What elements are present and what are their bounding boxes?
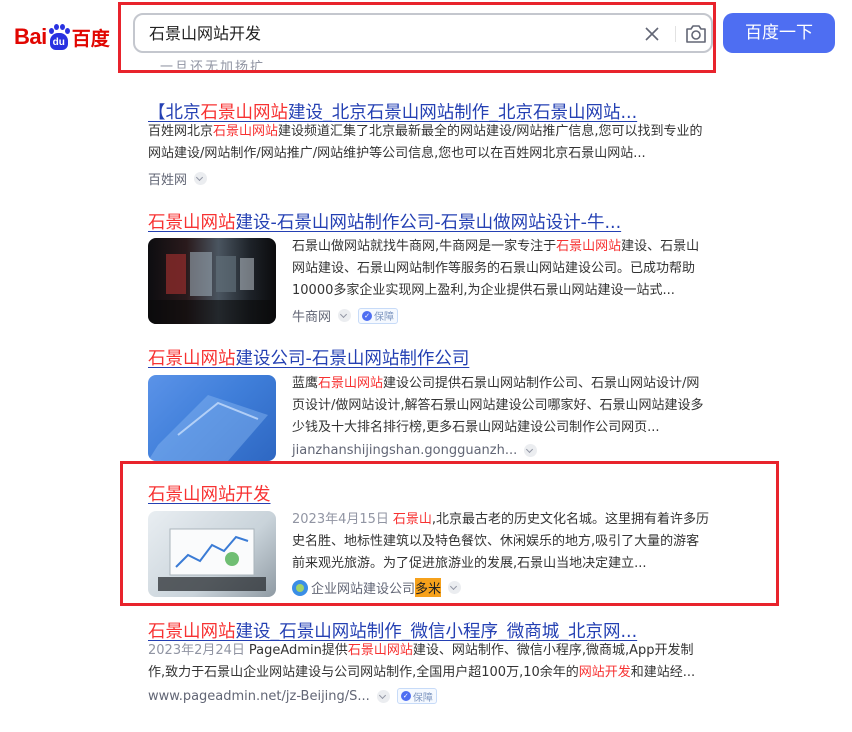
- check-icon: ✓: [362, 310, 373, 321]
- title-text[interactable]: 【北京: [148, 103, 201, 123]
- baidu-logo[interactable]: Bai du 百度: [14, 22, 110, 52]
- desc-keyword: 网站开发: [578, 665, 631, 680]
- search-button[interactable]: 百度一下: [723, 13, 835, 53]
- guarantee-badge[interactable]: ✓ 保障: [396, 688, 437, 704]
- desc-text: 石景山做网站就找牛商网,牛商网是一家专注于: [292, 239, 557, 254]
- result-title[interactable]: 石景山网站建设公司-石景山网站制作公司: [148, 345, 469, 370]
- desc-text: PageAdmin提供: [248, 643, 348, 658]
- result-source[interactable]: 百姓网: [148, 169, 208, 188]
- logo-paw-text: du: [49, 33, 68, 50]
- result-description: 石景山做网站就找牛商网,牛商网是一家专注于石景山网站建设、石景山网站建设、石景山…: [292, 236, 704, 302]
- title-text[interactable]: 建设_北京石景山网站制作_北京石景山网站...: [288, 103, 637, 123]
- result-description: 百姓网北京石景山网站建设频道汇集了北京最新最全的网站建设/网站推广信息,您可以找…: [148, 121, 708, 165]
- chevron-down-icon[interactable]: [524, 444, 538, 457]
- badge-label: 保障: [412, 692, 433, 704]
- title-text[interactable]: 建设-石景山网站制作公司-石景山做网站设计-牛...: [236, 213, 622, 233]
- source-name[interactable]: jianzhanshijingshan.gongguanzh...: [292, 443, 517, 458]
- badge-label: 保障: [374, 312, 395, 323]
- logo-text-right: 百度: [71, 28, 110, 50]
- title-text[interactable]: 建设公司-石景山网站制作公司: [236, 349, 470, 369]
- check-icon: ✓: [400, 691, 411, 701]
- result-thumbnail[interactable]: [148, 375, 276, 461]
- desc-keyword: 石景山网站: [213, 124, 279, 139]
- thumbnail-image: [148, 252, 276, 324]
- result-description: 蓝鹰石景山网站建设公司提供石景山网站制作公司、石景山网站设计/网页设计/做网站设…: [292, 373, 704, 439]
- annotation-box-result: [120, 461, 779, 606]
- title-text[interactable]: 建设_石景山网站制作_微信小程序_微商城_北京网...: [236, 622, 638, 642]
- title-keyword[interactable]: 石景山网站: [148, 213, 236, 233]
- chevron-down-icon[interactable]: [338, 309, 352, 322]
- desc-text: 百姓网北京: [148, 124, 214, 139]
- result-thumbnail[interactable]: [148, 238, 276, 324]
- logo-text-left: Bai: [14, 24, 47, 49]
- result-source[interactable]: jianzhanshijingshan.gongguanzh...: [292, 443, 538, 458]
- title-keyword[interactable]: 石景山网站: [148, 349, 236, 369]
- chevron-down-icon[interactable]: [194, 172, 208, 185]
- desc-text: 蓝鹰: [292, 376, 319, 391]
- title-keyword[interactable]: 石景山网站: [201, 103, 289, 123]
- result-description: 2023年2月24日 PageAdmin提供石景山网站建设、网站制作、微信小程序,…: [148, 640, 710, 684]
- desc-keyword: 石景山网站: [318, 376, 384, 391]
- source-name[interactable]: www.pageadmin.net/jz-Beijing/S...: [148, 689, 370, 704]
- source-name[interactable]: 牛商网: [292, 306, 331, 325]
- desc-keyword: 石景山网站: [556, 239, 622, 254]
- annotation-box-search: [118, 2, 716, 73]
- desc-text: 和建站经...: [630, 665, 696, 680]
- paw-icon: du: [48, 24, 70, 50]
- chevron-down-icon[interactable]: [376, 689, 390, 703]
- source-name[interactable]: 百姓网: [148, 169, 187, 188]
- desc-keyword: 石景山网站: [347, 643, 413, 658]
- result-source[interactable]: www.pageadmin.net/jz-Beijing/S... ✓ 保障: [148, 688, 437, 704]
- thumbnail-image: [148, 395, 268, 461]
- result-title[interactable]: 石景山网站建设-石景山网站制作公司-石景山做网站设计-牛...: [148, 209, 621, 234]
- title-keyword[interactable]: 石景山网站: [148, 622, 236, 642]
- result-date: 2023年2月24日: [148, 643, 245, 658]
- guarantee-badge[interactable]: ✓ 保障: [358, 307, 399, 324]
- result-source[interactable]: 牛商网 ✓ 保障: [292, 306, 399, 325]
